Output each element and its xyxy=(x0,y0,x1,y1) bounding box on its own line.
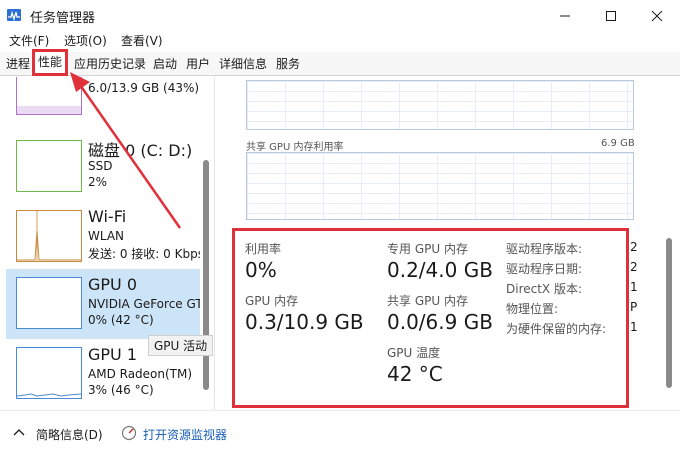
annotation-arrow xyxy=(70,72,182,229)
fewer-details-button[interactable]: 简略信息(D) xyxy=(36,426,103,443)
chevron-up-icon[interactable] xyxy=(13,428,25,436)
footer-bar: 简略信息(D) 打开资源监视器 xyxy=(0,410,680,458)
open-resource-monitor-link[interactable]: 打开资源监视器 xyxy=(143,426,227,443)
resource-monitor-icon xyxy=(121,425,137,441)
